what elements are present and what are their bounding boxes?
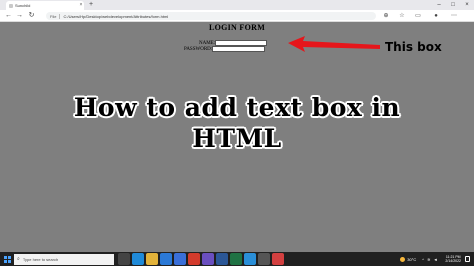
system-tray: 30°C ^ ≋ ◄ 11:21 PM 2/14/2022 xyxy=(400,252,474,266)
screenshot-window: Sunchild × + – □ × ← → ↻ File C:/Users/H… xyxy=(0,0,474,266)
arrow-shape xyxy=(288,36,380,52)
back-button[interactable]: ← xyxy=(4,11,13,21)
wifi-icon[interactable]: ≋ xyxy=(427,257,430,262)
edge-icon[interactable] xyxy=(132,253,144,265)
start-button[interactable] xyxy=(0,252,14,266)
window-controls: – □ × xyxy=(432,0,474,10)
file-explorer-icon[interactable] xyxy=(146,253,158,265)
clock-date: 2/14/2022 xyxy=(445,259,461,263)
excel-icon[interactable] xyxy=(230,253,242,265)
browser-toolbar: ← → ↻ File C:/Users/Hp/Desktop/webdevelo… xyxy=(0,10,474,22)
taskbar-search[interactable]: ⌕ Type here to search xyxy=(14,253,114,265)
close-window-button[interactable]: × xyxy=(460,0,474,10)
address-url: C:/Users/Hp/Desktop/webdevelopment/Attri… xyxy=(63,13,169,19)
page-content: LOGIN FORM NAME: PASSWORD: This box How … xyxy=(0,23,474,252)
notification-icon[interactable] xyxy=(465,256,470,262)
weather-sun-icon xyxy=(400,256,406,262)
red-arrow-annotation xyxy=(288,36,380,52)
password-input[interactable] xyxy=(212,46,266,52)
volume-icon[interactable]: ◄ xyxy=(433,257,437,262)
forward-button[interactable]: → xyxy=(15,11,24,21)
mail-icon[interactable] xyxy=(160,253,172,265)
name-label: NAME: xyxy=(199,40,216,46)
tray-icons: ^ ≋ ◄ xyxy=(422,257,440,262)
tab-title: Sunchild xyxy=(15,3,31,8)
minimize-button[interactable]: – xyxy=(432,0,446,10)
settings-menu-icon[interactable]: ⋯ xyxy=(450,12,458,20)
collections-icon[interactable]: ▭ xyxy=(414,12,422,20)
new-tab-button[interactable]: + xyxy=(87,1,95,9)
headline-line-1: How to add text box in xyxy=(73,93,401,123)
weather-temp: 30°C xyxy=(407,256,417,262)
zoom-icon[interactable]: ⊕ xyxy=(382,12,390,20)
profile-icon[interactable]: ● xyxy=(432,12,440,20)
chrome-icon[interactable] xyxy=(188,253,200,265)
favorites-star-icon[interactable]: ☆ xyxy=(398,12,406,20)
photos-icon[interactable] xyxy=(202,253,214,265)
video-title-overlay: How to add text box in HTML xyxy=(0,92,474,154)
windows-logo-icon xyxy=(3,255,11,263)
app-icon[interactable] xyxy=(272,253,284,265)
headline-line-2: HTML xyxy=(192,124,282,154)
file-info-label: File xyxy=(50,13,57,19)
reload-button[interactable]: ↻ xyxy=(27,11,36,21)
address-bar[interactable]: File C:/Users/Hp/Desktop/webdevelopment/… xyxy=(46,12,376,20)
windows-taskbar: ⌕ Type here to search 30°C ^ ≋ ◄ 11:21 P… xyxy=(0,252,474,266)
password-label: PASSWORD: xyxy=(184,46,213,52)
task-view-icon[interactable] xyxy=(118,253,130,265)
form-title: LOGIN FORM xyxy=(208,23,266,32)
callout-label: This box xyxy=(385,40,442,54)
search-icon: ⌕ xyxy=(17,256,20,262)
store-icon[interactable] xyxy=(174,253,186,265)
page-favicon-icon xyxy=(9,3,13,8)
browser-tab-bar: Sunchild × + – □ × xyxy=(0,0,474,10)
chevron-up-icon[interactable]: ^ xyxy=(422,257,424,262)
password-row: PASSWORD: xyxy=(184,46,266,52)
browser-tab[interactable]: Sunchild × xyxy=(6,1,84,10)
taskbar-clock[interactable]: 11:21 PM 2/14/2022 xyxy=(445,255,461,263)
vscode-icon[interactable] xyxy=(244,253,256,265)
tab-close-icon[interactable]: × xyxy=(78,1,84,10)
search-placeholder: Type here to search xyxy=(22,256,59,262)
weather-widget[interactable]: 30°C xyxy=(400,256,417,262)
taskbar-apps xyxy=(118,253,286,265)
obs-icon[interactable] xyxy=(258,253,270,265)
word-icon[interactable] xyxy=(216,253,228,265)
maximize-button[interactable]: □ xyxy=(446,0,460,10)
address-separator xyxy=(59,13,61,19)
